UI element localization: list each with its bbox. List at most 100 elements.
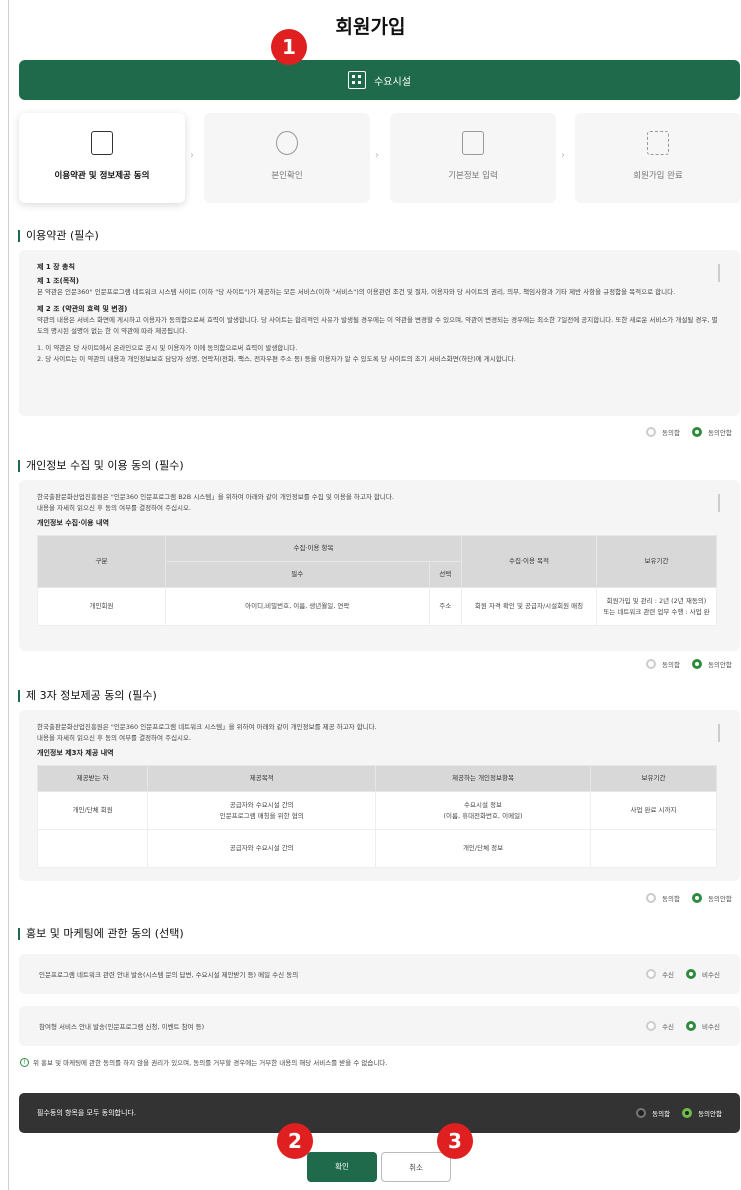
user-type-label: 수요시설 [374, 76, 411, 88]
terms-article-title: 제 2 조 (약관의 효력 및 변경) [37, 305, 128, 313]
privacy-table: 구분 수집·이용 항목 수집·이용 목적 보유기간 필수 선택 개인회원 아이디… [37, 535, 717, 626]
shield-check-icon [276, 131, 298, 155]
table-header: 필수 [165, 561, 430, 588]
third-party-subtitle: 개인정보 제3자 제공 내역 [37, 749, 114, 757]
table-cell [589, 829, 718, 868]
annotation-badge: 2 [277, 1123, 313, 1159]
period-line: 회원가입 및 관리 : 2년 (2년 재동의) [606, 596, 707, 605]
terms-item: 1. 이 약관은 당 사이트에서 온라인으로 공시 및 이용자가 이에 동의함으… [37, 344, 298, 352]
step-label: 본인확인 [271, 171, 303, 181]
table-header: 선택 [428, 561, 462, 588]
annotation-badge: 1 [271, 29, 307, 65]
scrollbar[interactable] [718, 264, 720, 282]
certificate-icon [647, 131, 669, 155]
radio-label: 동의안함 [698, 1110, 722, 1118]
all-agree-bar: 필수동의 항목을 모두 동의합니다. 동의함 동의안함 [19, 1093, 740, 1133]
terms-article-body: 본 약관은 인문360° 인문프로그램 네트워크 시스템 사이트 (이하 "당 … [37, 288, 676, 296]
table-cell: 공급자와 수요시설 간의 [147, 829, 377, 868]
radio-label: 동의안함 [707, 429, 732, 437]
radio-label: 동의함 [662, 661, 680, 669]
terms-agree-radio[interactable] [646, 427, 656, 437]
third-party-agree-radio[interactable] [646, 893, 656, 903]
terms-article-title: 제 1 조(목적) [37, 277, 79, 285]
all-disagree-radio[interactable] [682, 1108, 693, 1118]
privacy-box[interactable]: 한국출판문화산업진흥원은 "인문360 인문프로그램 B2B 시스템」을 위하여… [19, 480, 740, 651]
table-cell: 수요시설 정보 (이름, 휴대전화번호, 이메일) [375, 791, 591, 830]
third-party-section-title: 제 3자 정보제공 동의 (필수) [18, 690, 157, 702]
marketing-email-row: 인문프로그램 네트워크 관련 안내 발송(시스템 문의 답변, 수요시설 제안받… [19, 954, 740, 994]
all-agree-consent: 동의함 동의안함 [636, 1108, 722, 1118]
privacy-intro: 내용을 자세히 읽으신 후 동의 여부를 결정하여 주십시오. [37, 504, 192, 512]
table-cell: 회원 자격 확인 및 공급자/시설회원 매칭 [461, 587, 597, 626]
service-reject-radio[interactable] [686, 1021, 697, 1031]
radio-label: 수신 [662, 971, 675, 979]
step-label: 회원가입 완료 [633, 171, 683, 181]
marketing-service-label: 참여형 서비스 안내 발송(인문프로그램 신청, 이벤트 참여 등) [39, 1023, 205, 1031]
third-party-intro: 한국출판문화산업진흥원은 "인문360 인문프로그램 네트워크 시스템」을 위하… [37, 723, 377, 731]
email-receive-radio[interactable] [646, 969, 657, 979]
annotation-badge: 3 [437, 1123, 473, 1159]
radio-label: 동의함 [662, 895, 680, 903]
building-icon [348, 71, 367, 89]
step-verify: 본인확인 [204, 113, 370, 203]
clipboard-icon [462, 131, 484, 155]
step-basic-info: 기본정보 입력 [390, 113, 556, 203]
page-title: 회원가입 [335, 16, 406, 38]
terms-item: 2. 당 사이트는 이 약관의 내용과 개인정보보호 담당자 성명, 연락처(전… [37, 355, 516, 363]
marketing-section-title: 홍보 및 마케팅에 관한 동의 (선택) [18, 928, 184, 940]
email-reject-radio[interactable] [686, 969, 697, 979]
table-header: 제공받는 자 [36, 765, 149, 792]
step-complete: 회원가입 완료 [575, 113, 741, 203]
table-header: 구분 [37, 535, 166, 588]
all-agree-label: 필수동의 항목을 모두 동의합니다. [37, 1109, 137, 1117]
third-party-disagree-radio[interactable] [691, 893, 702, 903]
table-header: 보유기간 [589, 765, 718, 792]
info-icon: ! [20, 1057, 29, 1067]
privacy-agree-radio[interactable] [646, 659, 656, 669]
table-cell: 공급자와 수요시설 간의 인문프로그램 매칭을 위한 협의 [147, 791, 377, 830]
table-header: 제공목적 [147, 765, 377, 792]
table-cell: 아이디,비밀번호, 이름, 생년월일, 연락 [165, 587, 430, 626]
chevron-right-icon: › [375, 150, 379, 161]
table-row: 개인회원 아이디,비밀번호, 이름, 생년월일, 연락 주소 회원 자격 확인 … [37, 587, 717, 626]
marketing-notice: ! 위 홍보 및 마케팅에 관한 동의를 하지 않을 권리가 있으며, 동의를 … [20, 1057, 387, 1067]
period-line: 또는 네트워크 관련 업무 수행 : 사업 완 [603, 607, 710, 616]
third-party-box[interactable]: 한국출판문화산업진흥원은 "인문360 인문프로그램 네트워크 시스템」을 위하… [19, 710, 740, 881]
radio-label: 동의함 [652, 1110, 671, 1118]
terms-disagree-radio[interactable] [691, 427, 702, 437]
third-party-consent: 동의함 동의안함 [646, 893, 732, 903]
radio-label: 동의안함 [707, 661, 732, 669]
terms-box[interactable]: 제 1 장 총칙 제 1 조(목적) 본 약관은 인문360° 인문프로그램 네… [19, 250, 740, 416]
privacy-disagree-radio[interactable] [691, 659, 702, 669]
radio-label: 비수신 [702, 1023, 720, 1031]
marketing-service-row: 참여형 서비스 안내 발송(인문프로그램 신청, 이벤트 참여 등) 수신 비수… [19, 1006, 740, 1046]
table-cell: 개인/단체 정보 [375, 829, 591, 868]
items-line: 수요시설 정보 [464, 800, 502, 809]
marketing-email-consent: 수신 비수신 [646, 969, 720, 979]
scrollbar[interactable] [718, 494, 720, 512]
table-cell: 주소 [428, 587, 462, 626]
scrollbar[interactable] [718, 724, 720, 742]
chevron-right-icon: › [190, 150, 194, 161]
cancel-button[interactable]: 취소 [381, 1152, 451, 1182]
step-terms: 이용약관 및 정보제공 동의 [19, 113, 185, 203]
table-cell: 개인회원 [37, 587, 166, 626]
radio-label: 동의함 [662, 429, 680, 437]
marketing-service-consent: 수신 비수신 [646, 1021, 720, 1031]
terms-section-title: 이용약관 (필수) [18, 230, 99, 242]
privacy-consent: 동의함 동의안함 [646, 659, 732, 669]
user-type-bar[interactable]: 수요시설 [19, 60, 740, 100]
privacy-subtitle: 개인정보 수집·이용 내역 [37, 519, 109, 527]
confirm-button[interactable]: 확인 [307, 1152, 377, 1182]
table-cell: 회원가입 및 관리 : 2년 (2년 재동의) 또는 네트워크 관련 업무 수행… [596, 587, 717, 626]
table-header: 제공하는 개인정보항목 [375, 765, 591, 792]
table-header: 수집·이용 항목 [165, 535, 462, 562]
service-receive-radio[interactable] [646, 1021, 657, 1031]
all-agree-radio[interactable] [636, 1108, 647, 1118]
purpose-line: 공급자와 수요시설 간의 [229, 800, 294, 809]
document-hand-icon [91, 131, 113, 155]
table-cell: 개인/단체 회원 [36, 791, 149, 830]
third-party-intro: 내용을 자세히 읽으신 후 동의 여부를 결정하여 주십시오. [37, 734, 192, 742]
privacy-section-title: 개인정보 수집 및 이용 동의 (필수) [18, 460, 184, 472]
items-line: (이름, 휴대전화번호, 이메일) [443, 811, 523, 820]
